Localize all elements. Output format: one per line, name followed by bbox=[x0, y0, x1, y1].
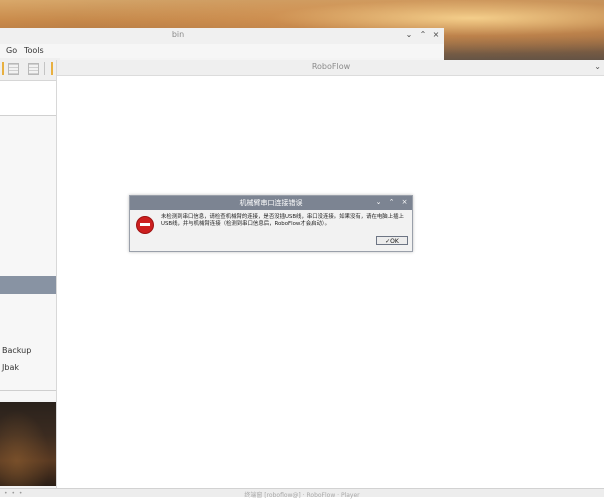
sidebar-item-jbak[interactable]: Jbak bbox=[2, 363, 19, 372]
menu-tools[interactable]: Tools bbox=[24, 46, 44, 55]
maximize-icon[interactable]: ⌃ bbox=[418, 30, 428, 39]
file-manager-toolbar bbox=[0, 58, 60, 81]
sidebar-item-backup[interactable]: Backup bbox=[2, 346, 31, 355]
sidebar-selected-item[interactable] bbox=[0, 276, 56, 294]
thumbnail-shading bbox=[0, 402, 56, 486]
menu-go[interactable]: Go bbox=[6, 46, 17, 55]
taskbar-window-list[interactable]: 终端窗 [roboflow@] · RoboFlow · Player bbox=[0, 490, 604, 499]
toolbar-handle-right bbox=[51, 62, 53, 75]
dialog-title: 机械臂串口连接错误 bbox=[239, 199, 303, 207]
toolbar-separator bbox=[44, 62, 45, 75]
serial-error-dialog: 机械臂串口连接错误 ⌄ ⌃ × 未检测到串口信息，请检查机械臂的连接，是否没插U… bbox=[129, 195, 413, 252]
toolbar-handle bbox=[2, 62, 4, 75]
roboflow-titlebar[interactable]: RoboFlow ⌄ bbox=[57, 60, 604, 76]
minimize-icon[interactable]: ⌄ bbox=[404, 30, 414, 39]
roboflow-window: RoboFlow ⌄ bbox=[56, 60, 604, 494]
path-bar[interactable] bbox=[0, 81, 56, 116]
file-manager-title: bin bbox=[171, 30, 185, 39]
dialog-minimize-icon[interactable]: ⌄ bbox=[374, 198, 383, 206]
dialog-close-icon[interactable]: × bbox=[400, 198, 409, 206]
file-manager-titlebar[interactable]: bin ⌄ ⌃ × bbox=[0, 28, 444, 45]
close-icon[interactable]: × bbox=[431, 30, 441, 39]
file-manager-menubar: Go Tools bbox=[0, 44, 444, 58]
error-icon-bar bbox=[140, 223, 150, 226]
ok-button[interactable]: ✓OK bbox=[376, 236, 408, 245]
error-icon bbox=[136, 216, 154, 234]
sidebar-divider bbox=[0, 390, 56, 391]
view-compact-icon[interactable] bbox=[28, 63, 39, 75]
roboflow-title: RoboFlow bbox=[311, 62, 351, 71]
dialog-titlebar[interactable]: 机械臂串口连接错误 ⌄ ⌃ × bbox=[130, 196, 412, 210]
chevron-down-icon[interactable]: ⌄ bbox=[594, 62, 601, 71]
dialog-message: 未检测到串口信息，请检查机械臂的连接，是否没插USB线，串口没连接。如果没有，请… bbox=[161, 214, 404, 227]
view-list-icon[interactable] bbox=[8, 63, 19, 75]
places-sidebar: Backup Jbak bbox=[0, 116, 56, 400]
dialog-maximize-icon[interactable]: ⌃ bbox=[387, 198, 396, 206]
